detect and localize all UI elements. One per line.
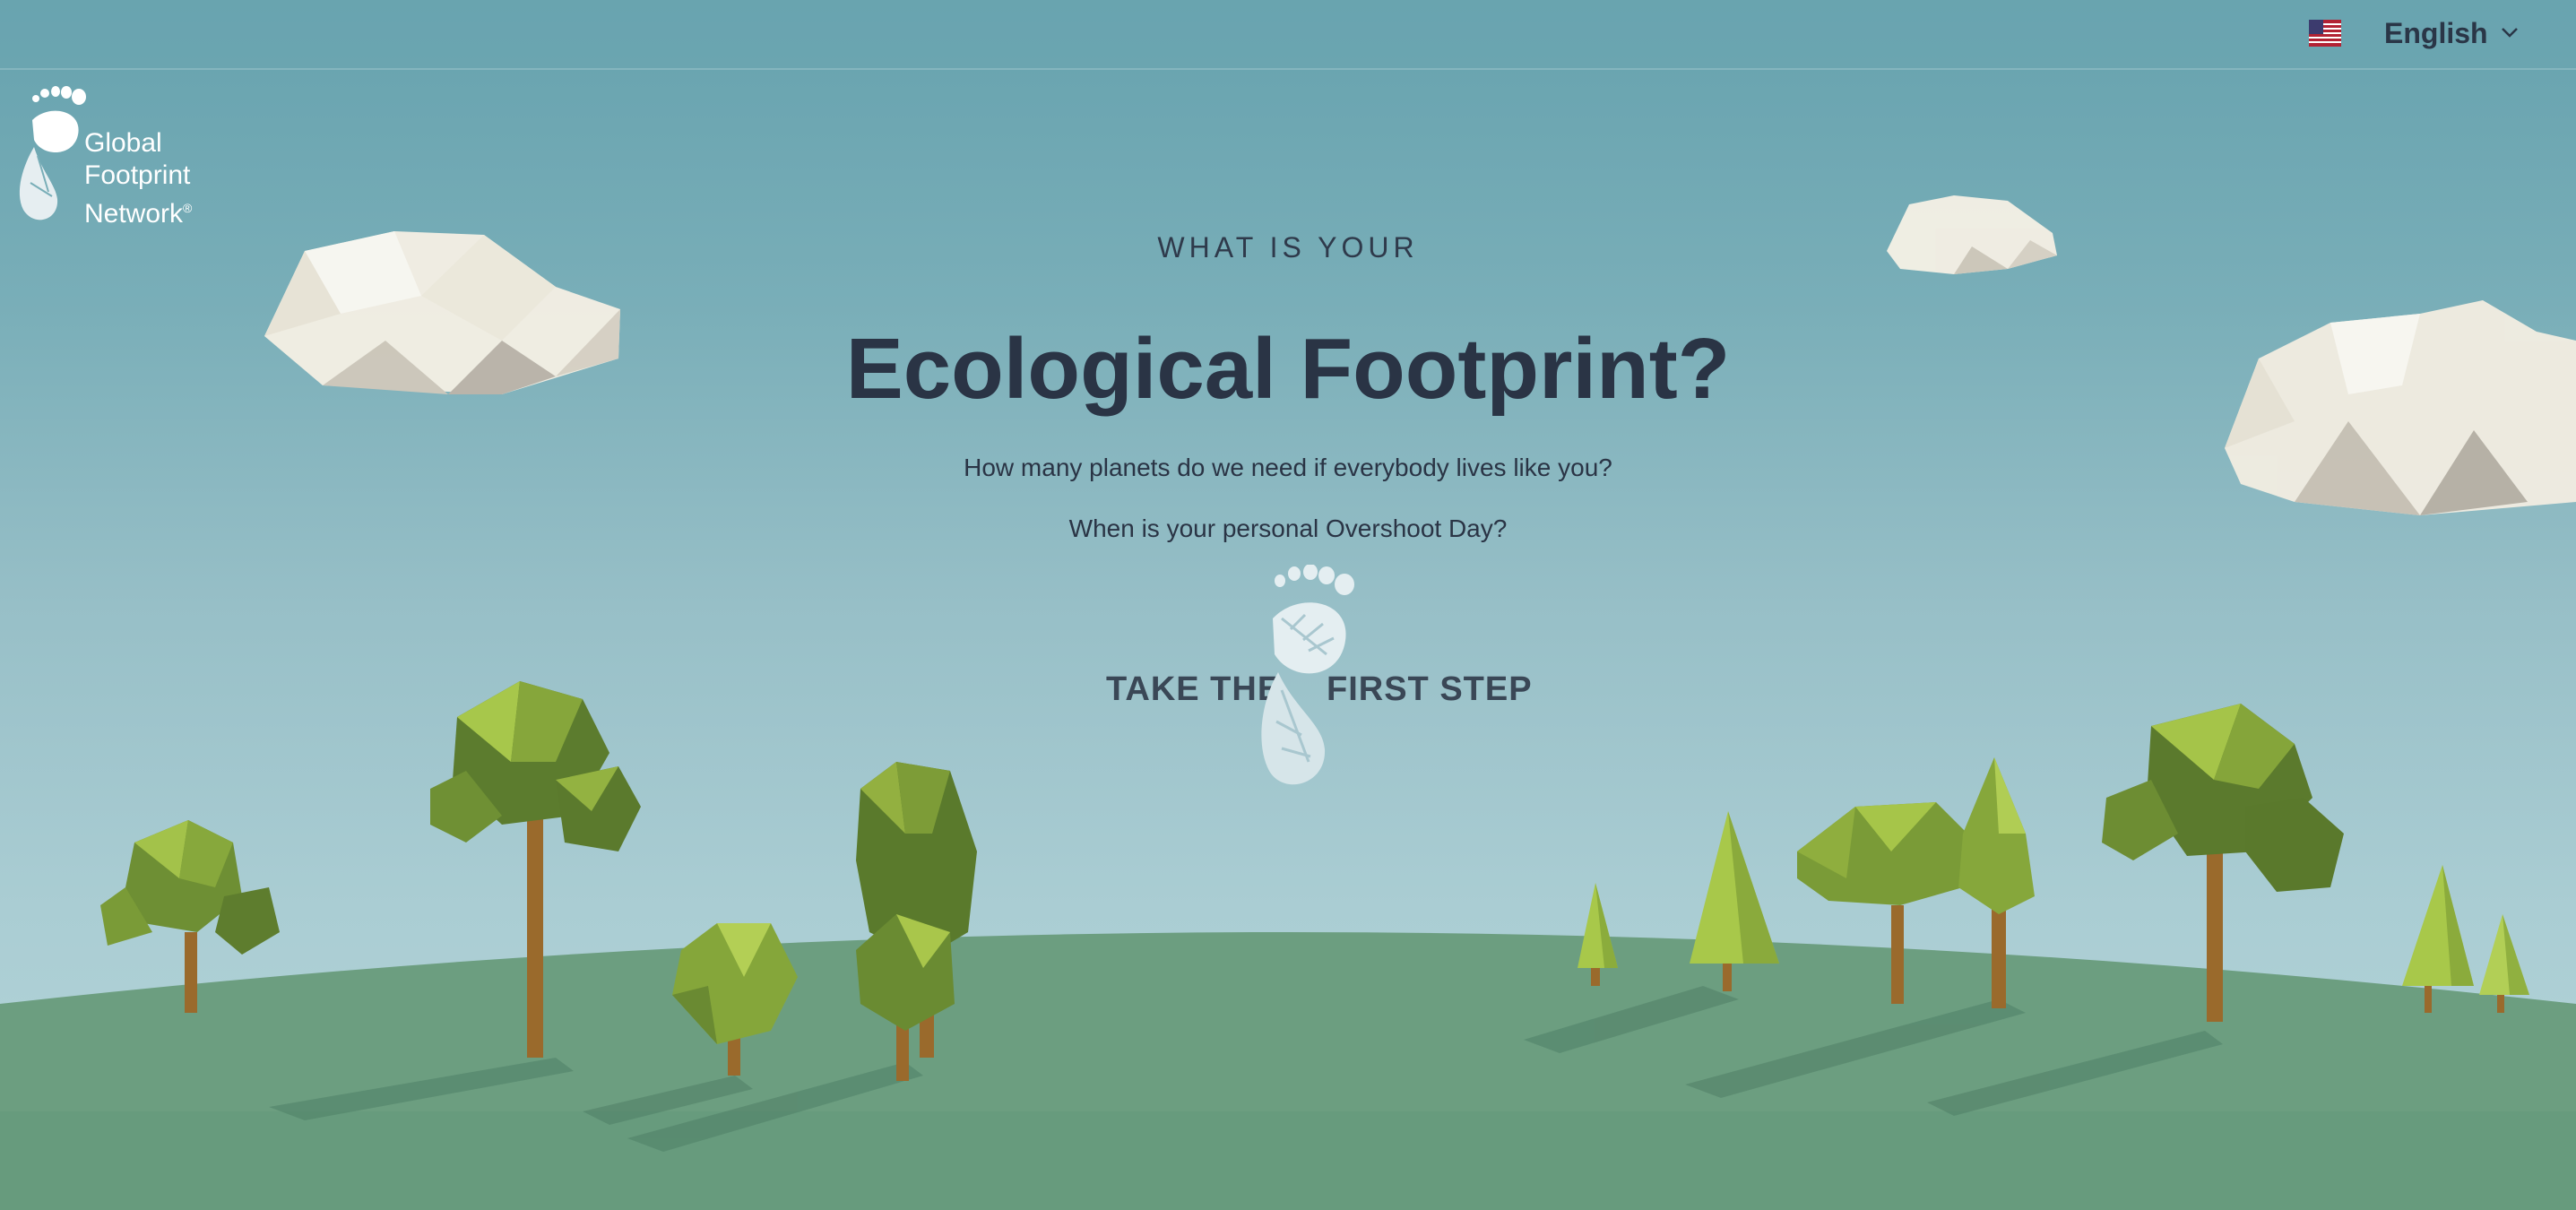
tree-5 (1578, 883, 1618, 968)
take-first-step-button[interactable]: TAKE THE FIRST STEP (1076, 565, 1532, 789)
logo-text: Global Footprint Network® (84, 127, 192, 230)
cta-right-text: FIRST STEP (1327, 670, 1533, 708)
top-bar: English (0, 0, 2576, 70)
tree-6 (1690, 811, 1779, 964)
logo-line-3: Network (84, 199, 184, 229)
tree-9 (2402, 865, 2474, 986)
language-selector-label[interactable]: English (2384, 13, 2488, 54)
tree-7 (1797, 757, 2035, 914)
hero-eyebrow: WHAT IS YOUR (1157, 231, 1419, 264)
page-title: Ecological Footprint? (845, 321, 1731, 417)
tree-10 (2479, 914, 2529, 995)
hero-question-overshoot: When is your personal Overshoot Day? (1068, 514, 1508, 542)
us-flag-icon[interactable] (2309, 20, 2341, 47)
logo-line-1: Global (84, 128, 162, 158)
hero-question-planets: How many planets do we need if everybody… (964, 454, 1612, 481)
chevron-down-icon[interactable] (2499, 23, 2520, 41)
registered-mark: ® (183, 201, 193, 215)
logo-line-2: Footprint (84, 160, 191, 190)
